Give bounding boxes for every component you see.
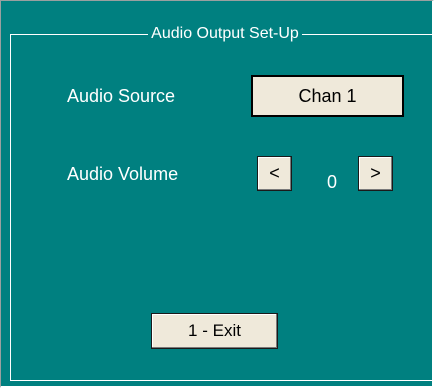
audio-output-setup-window: Audio Output Set-Up Audio Source Chan 1 … bbox=[0, 0, 434, 388]
volume-value: 0 bbox=[326, 172, 337, 192]
audio-source-label: Audio Source bbox=[67, 86, 176, 106]
audio-volume-label: Audio Volume bbox=[67, 164, 179, 184]
volume-decrease-button[interactable]: < bbox=[257, 156, 292, 191]
volume-increase-button[interactable]: > bbox=[358, 156, 393, 191]
audio-source-button[interactable]: Chan 1 bbox=[251, 75, 404, 117]
exit-button[interactable]: 1 - Exit bbox=[151, 313, 278, 349]
